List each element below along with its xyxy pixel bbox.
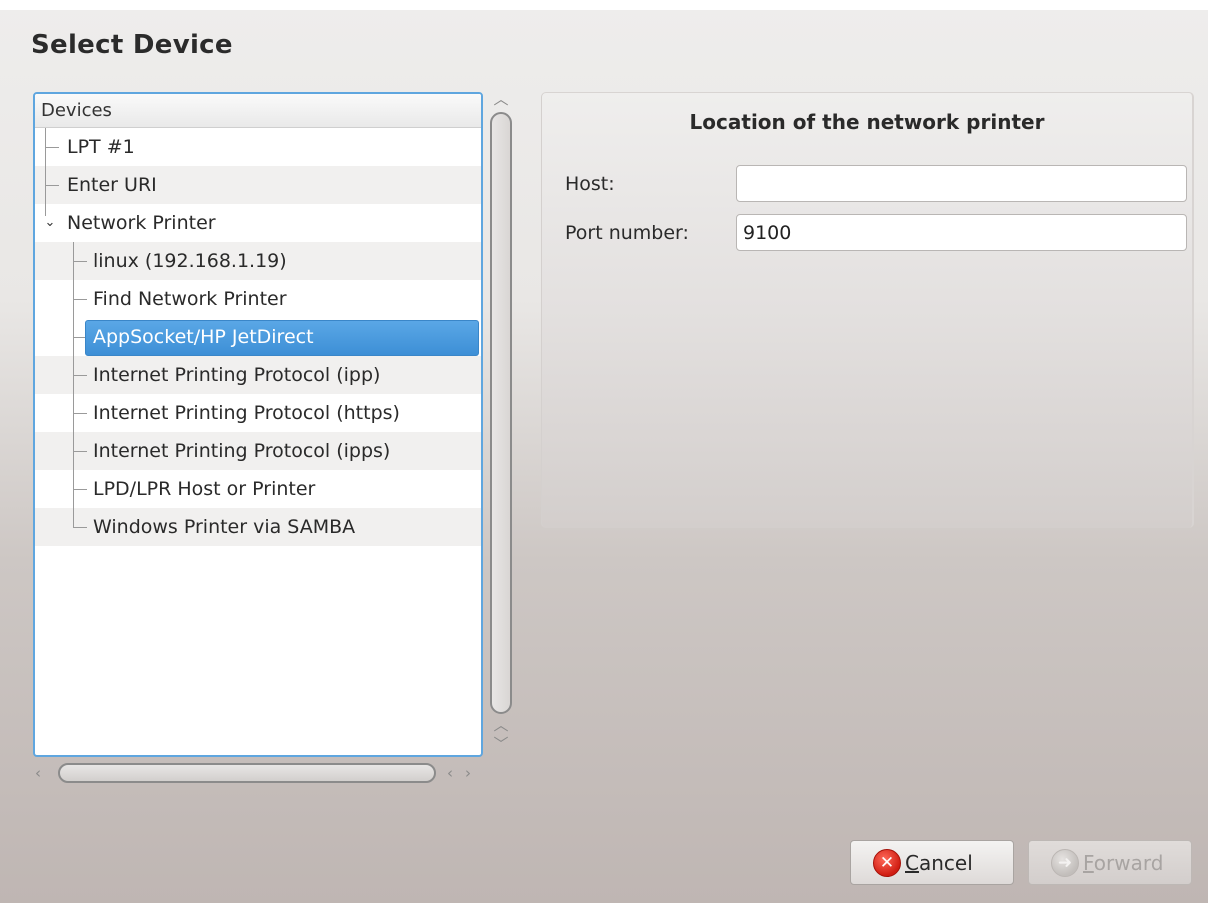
tree-item-label: AppSocket/HP JetDirect bbox=[93, 326, 314, 348]
tree-line bbox=[73, 527, 87, 528]
tree-line bbox=[73, 508, 74, 527]
host-label: Host: bbox=[565, 173, 615, 195]
tree-item-label: Find Network Printer bbox=[93, 288, 287, 310]
port-number-input[interactable] bbox=[736, 214, 1187, 251]
scroll-up-arrow-icon[interactable]: ︿ bbox=[491, 92, 511, 107]
tree-item-linux-host[interactable]: linux (192.168.1.19) bbox=[35, 242, 481, 280]
tree-item-ipp[interactable]: Internet Printing Protocol (ipp) bbox=[35, 356, 481, 394]
tree-item-https[interactable]: Internet Printing Protocol (https) bbox=[35, 394, 481, 432]
cancel-button[interactable]: ✕ Cancel bbox=[850, 840, 1014, 885]
tree-line bbox=[73, 261, 87, 262]
device-tree[interactable]: Devices LPT #1 Enter URI ⌄ Network Print… bbox=[33, 92, 483, 757]
tree-item-appsocket-jetdirect[interactable]: AppSocket/HP JetDirect bbox=[35, 318, 481, 356]
page-title: Select Device bbox=[31, 30, 233, 60]
cancel-button-label: Cancel bbox=[905, 850, 973, 875]
forward-icon: ➜ bbox=[1051, 848, 1079, 877]
chevron-down-icon[interactable]: ⌄ bbox=[43, 204, 57, 242]
forward-button-label: Forward bbox=[1083, 850, 1164, 875]
tree-item-enter-uri[interactable]: Enter URI bbox=[35, 166, 481, 204]
tree-line bbox=[45, 185, 59, 186]
host-input[interactable] bbox=[736, 165, 1187, 202]
tree-item-find-network-printer[interactable]: Find Network Printer bbox=[35, 280, 481, 318]
tree-item-samba[interactable]: Windows Printer via SAMBA bbox=[35, 508, 481, 546]
scroll-down-arrow-icon[interactable]: ﹀ bbox=[491, 737, 511, 752]
tree-line bbox=[73, 451, 87, 452]
port-number-label: Port number: bbox=[565, 222, 689, 244]
scroll-up-arrow-icon[interactable]: ︿ bbox=[491, 718, 511, 733]
tree-item-label: Network Printer bbox=[67, 212, 216, 234]
tree-line bbox=[73, 489, 87, 490]
tree-item-label: LPD/LPR Host or Printer bbox=[93, 478, 316, 500]
top-strip bbox=[0, 0, 1208, 10]
tree-item-network-printer[interactable]: ⌄ Network Printer bbox=[35, 204, 481, 242]
tree-item-label: linux (192.168.1.19) bbox=[93, 250, 287, 272]
network-printer-location-panel: Location of the network printer Host: Po… bbox=[541, 92, 1194, 528]
tree-item-label: Internet Printing Protocol (ipps) bbox=[93, 440, 391, 462]
tree-item-label: Enter URI bbox=[67, 174, 157, 196]
vertical-scrollbar-thumb[interactable] bbox=[490, 112, 512, 714]
forward-button[interactable]: ➜ Forward bbox=[1028, 840, 1192, 885]
panel-title: Location of the network printer bbox=[689, 110, 1045, 134]
cancel-icon: ✕ bbox=[873, 848, 901, 877]
tree-column-header[interactable]: Devices bbox=[35, 94, 481, 128]
tree-line bbox=[73, 413, 87, 414]
scroll-left-arrow-icon[interactable]: ‹ bbox=[30, 766, 46, 781]
scroll-right-arrow-icon[interactable]: › bbox=[460, 766, 476, 781]
tree-line bbox=[73, 375, 87, 376]
tree-item-ipps[interactable]: Internet Printing Protocol (ipps) bbox=[35, 432, 481, 470]
tree-item-label: Windows Printer via SAMBA bbox=[93, 516, 356, 538]
tree-item-label: LPT #1 bbox=[67, 136, 135, 158]
horizontal-scrollbar-thumb[interactable] bbox=[58, 763, 436, 783]
tree-item-label: Internet Printing Protocol (https) bbox=[93, 402, 400, 424]
tree-item-lpd-lpr[interactable]: LPD/LPR Host or Printer bbox=[35, 470, 481, 508]
scroll-left-arrow-icon[interactable]: ‹ bbox=[442, 766, 458, 781]
tree-line bbox=[45, 147, 59, 148]
tree-item-label: Internet Printing Protocol (ipp) bbox=[93, 364, 381, 386]
tree-line bbox=[73, 299, 87, 300]
tree-item-lpt1[interactable]: LPT #1 bbox=[35, 128, 481, 166]
